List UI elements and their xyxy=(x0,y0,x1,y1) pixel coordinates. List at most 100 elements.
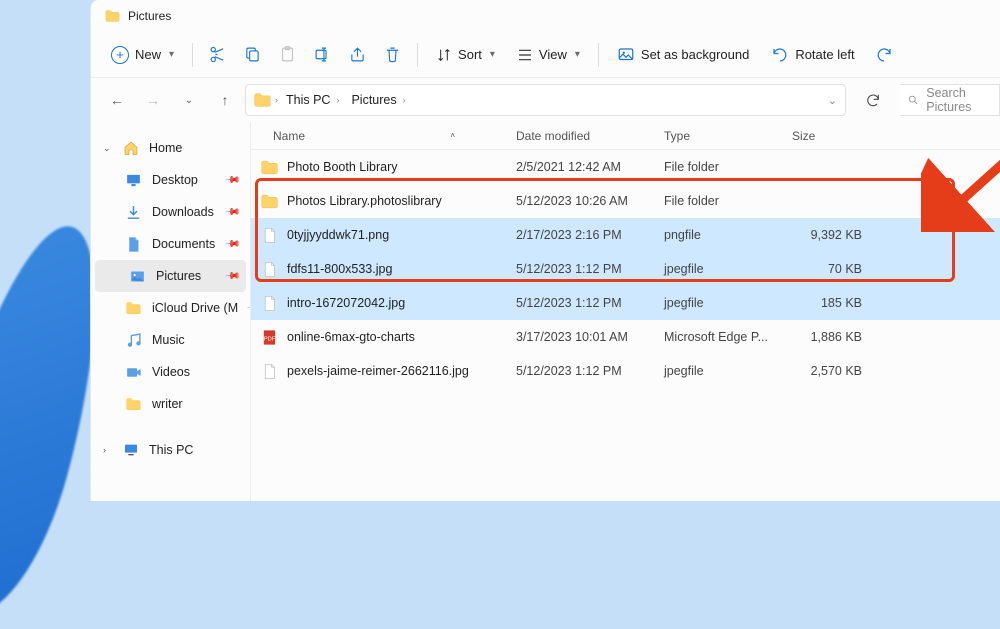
divider xyxy=(598,43,599,67)
file-date-cell: 2/17/2023 2:16 PM xyxy=(506,228,654,242)
set-background-button[interactable]: Set as background xyxy=(607,40,759,70)
pin-icon: 📌 xyxy=(223,172,240,189)
refresh-button[interactable] xyxy=(856,84,890,116)
desktop-icon xyxy=(125,172,142,189)
pin-icon: 📌 xyxy=(223,204,240,221)
file-name: pexels-jaime-reimer-2662116.jpg xyxy=(287,364,469,378)
rename-button[interactable] xyxy=(306,40,339,69)
pictures-icon xyxy=(129,268,146,285)
quick-access-list: Desktop📌 Downloads📌 Documents📌 Pictures📌… xyxy=(91,164,250,420)
rotate-left-button[interactable]: Rotate left xyxy=(761,40,864,70)
chevron-down-icon[interactable]: ⌄ xyxy=(828,94,837,107)
share-button[interactable] xyxy=(341,40,374,69)
recent-dropdown[interactable]: ⌄ xyxy=(173,84,205,116)
clipboard-icon xyxy=(279,46,296,63)
share-icon xyxy=(349,46,366,63)
forward-button[interactable]: → xyxy=(137,84,169,116)
file-type-cell: pngfile xyxy=(654,228,782,242)
chevron-down-icon: ▾ xyxy=(575,49,580,60)
column-name[interactable]: Name˄ xyxy=(251,129,506,143)
scissors-icon xyxy=(209,46,226,63)
file-size-cell: 9,392 KB xyxy=(782,228,872,242)
sidebar-item-videos[interactable]: Videos xyxy=(91,356,250,388)
folder-icon xyxy=(254,93,271,107)
sidebar-label: Home xyxy=(149,141,182,155)
file-type-cell: Microsoft Edge P... xyxy=(654,330,782,344)
monitor-icon xyxy=(123,442,139,458)
divider xyxy=(192,43,193,67)
address-bar[interactable]: › This PC› Pictures› ⌄ xyxy=(245,84,846,116)
column-date[interactable]: Date modified xyxy=(506,129,654,143)
file-row[interactable]: fdfs11-800x533.jpg 5/12/2023 1:12 PMjpegf… xyxy=(251,252,1000,286)
file-type-cell: File folder xyxy=(654,160,782,174)
set-bg-label: Set as background xyxy=(641,47,749,62)
sidebar-item-downloads[interactable]: Downloads📌 xyxy=(91,196,250,228)
view-label: View xyxy=(539,47,567,62)
file-size-cell: 70 KB xyxy=(782,262,872,276)
trash-icon xyxy=(384,46,401,63)
file-row[interactable]: 0tyjjyyddwk71.png2/17/2023 2:16 PMpngfil… xyxy=(251,218,1000,252)
file-row[interactable]: pexels-jaime-reimer-2662116.jpg5/12/2023… xyxy=(251,354,1000,388)
up-button[interactable]: ↑ xyxy=(209,84,241,116)
cut-button[interactable] xyxy=(201,40,234,69)
delete-button[interactable] xyxy=(376,40,409,69)
sidebar-item-documents[interactable]: Documents📌 xyxy=(91,228,250,260)
file-name-cell: pexels-jaime-reimer-2662116.jpg xyxy=(251,363,506,380)
file-name-cell: fdfs11-800x533.jpg xyxy=(251,261,506,278)
file-type-cell: jpegfile xyxy=(654,364,782,378)
copy-icon xyxy=(244,46,261,63)
breadcrumb-folder[interactable]: Pictures› xyxy=(347,91,409,109)
chevron-down-icon: ▾ xyxy=(169,49,174,60)
sort-button[interactable]: Sort ▾ xyxy=(426,41,505,69)
sidebar-item-pictures[interactable]: Pictures📌 xyxy=(95,260,246,292)
file-name-cell: PDFonline-6max-gto-charts xyxy=(251,329,506,346)
paste-button[interactable] xyxy=(271,40,304,69)
new-button[interactable]: + New ▾ xyxy=(101,40,184,70)
search-placeholder: Search Pictures xyxy=(926,86,991,114)
sidebar-item-writer[interactable]: writer xyxy=(91,388,250,420)
view-icon xyxy=(517,47,533,63)
sort-indicator-icon: ˄ xyxy=(450,131,455,140)
home-icon xyxy=(123,140,139,156)
view-button[interactable]: View ▾ xyxy=(507,41,590,69)
file-name: Photos Library.photoslibrary xyxy=(287,194,442,208)
back-button[interactable]: ← xyxy=(101,84,133,116)
sidebar-item-icloud[interactable]: iCloud Drive (M📌 xyxy=(91,292,250,324)
file-name-cell: Photos Library.photoslibrary xyxy=(251,193,506,210)
file-list-pane: Name˄ Date modified Type Size Photo Boot… xyxy=(251,122,1000,501)
documents-icon xyxy=(125,236,142,253)
sidebar-item-desktop[interactable]: Desktop📌 xyxy=(91,164,250,196)
search-box[interactable]: Search Pictures xyxy=(900,84,1000,116)
file-date-cell: 5/12/2023 1:12 PM xyxy=(506,262,654,276)
file-name: Photo Booth Library xyxy=(287,160,398,174)
column-size[interactable]: Size xyxy=(782,129,872,143)
window-title: Pictures xyxy=(128,9,171,23)
sort-label: Sort xyxy=(458,47,482,62)
folder-icon xyxy=(261,159,278,176)
rotate-right-button[interactable] xyxy=(867,40,893,70)
file-type-cell: jpegfile xyxy=(654,262,782,276)
file-name: fdfs11-800x533.jpg xyxy=(287,262,392,276)
file-name: intro-1672072042.jpg xyxy=(287,296,405,310)
rotate-left-icon xyxy=(771,46,789,64)
file-icon xyxy=(261,227,278,244)
file-name-cell: intro-1672072042.jpg xyxy=(251,295,506,312)
picture-icon xyxy=(617,46,635,64)
sidebar-item-this-pc[interactable]: › This PC xyxy=(91,434,250,466)
videos-icon xyxy=(125,364,142,381)
column-type[interactable]: Type xyxy=(654,129,782,143)
breadcrumb-root[interactable]: This PC› xyxy=(282,91,343,109)
file-row[interactable]: intro-1672072042.jpg5/12/2023 1:12 PMjpe… xyxy=(251,286,1000,320)
file-row[interactable]: PDFonline-6max-gto-charts3/17/2023 10:01… xyxy=(251,320,1000,354)
copy-button[interactable] xyxy=(236,40,269,69)
title-bar[interactable]: Pictures xyxy=(91,0,1000,32)
nav-row: ← → ⌄ ↑ › This PC› Pictures› ⌄ Search Pi… xyxy=(91,78,1000,122)
file-row[interactable]: Photos Library.photoslibrary5/12/2023 10… xyxy=(251,184,1000,218)
downloads-icon xyxy=(125,204,142,221)
sidebar-item-home[interactable]: ⌄ Home xyxy=(91,132,250,164)
sidebar-item-music[interactable]: Music xyxy=(91,324,250,356)
sort-icon xyxy=(436,47,452,63)
chevron-right-icon: › xyxy=(275,95,278,105)
pdf-icon: PDF xyxy=(261,329,278,346)
file-row[interactable]: Photo Booth Library2/5/2021 12:42 AMFile… xyxy=(251,150,1000,184)
